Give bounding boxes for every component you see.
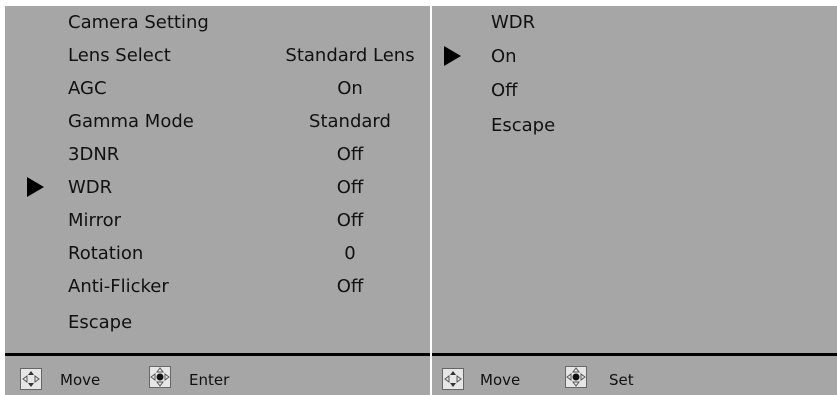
escape-item[interactable]: Escape	[491, 109, 555, 142]
footer-move-label: Move	[480, 371, 521, 389]
menu-item-label: Lens Select	[68, 45, 171, 66]
menu-item-label: Anti-Flicker	[68, 276, 169, 297]
menu-item-anti-flicker[interactable]: Anti-Flicker Off	[5, 270, 430, 303]
menu-item-value: Off	[336, 177, 364, 198]
menu-item-label: Gamma Mode	[68, 111, 194, 132]
menu-item-gamma-mode[interactable]: Gamma Mode Standard	[5, 105, 430, 138]
submenu-title: WDR	[491, 12, 536, 33]
menu-item-label: WDR	[68, 177, 113, 198]
footer-set-label: Set	[609, 371, 634, 389]
footer-enter-label: Enter	[189, 371, 230, 389]
menu-item-label: Rotation	[68, 243, 144, 264]
selection-pointer-icon	[444, 46, 461, 66]
menu-item-label: AGC	[68, 78, 107, 99]
menu-title: Camera Setting	[68, 12, 209, 33]
menu-item-label: 3DNR	[68, 144, 120, 165]
menu-item-3dnr[interactable]: 3DNR Off	[5, 138, 430, 171]
camera-setting-menu: Camera Setting Lens Select Standard Lens…	[5, 6, 430, 395]
menu-item-agc[interactable]: AGC On	[5, 72, 430, 105]
menu-item-value: Off	[336, 276, 364, 297]
dpad-move-icon	[442, 368, 464, 390]
selection-pointer-icon	[27, 177, 44, 197]
menu-item-value: Off	[336, 144, 364, 165]
menu-item-value: Standard Lens	[285, 45, 415, 66]
footer-move-label: Move	[60, 371, 101, 389]
footer-hints: Move Set	[432, 356, 837, 395]
escape-item[interactable]: Escape	[68, 306, 132, 339]
menu-item-value: 0	[344, 243, 356, 264]
menu-item-value: On	[337, 78, 363, 99]
option-label: On	[491, 46, 517, 67]
menu-item-mirror[interactable]: Mirror Off	[5, 204, 430, 237]
dpad-center-icon	[149, 366, 171, 388]
menu-item-lens-select[interactable]: Lens Select Standard Lens	[5, 39, 430, 72]
menu-item-value: Standard	[309, 111, 391, 132]
menu-item-rotation[interactable]: Rotation 0	[5, 237, 430, 270]
option-on[interactable]: On	[432, 40, 837, 73]
menu-item-wdr[interactable]: WDR Off	[5, 171, 430, 204]
option-label: Off	[491, 80, 518, 101]
dpad-move-icon	[20, 368, 42, 390]
footer-hints: Move Enter	[5, 356, 430, 395]
dpad-center-icon	[565, 366, 587, 388]
wdr-submenu: WDR On Off Escape Move Set	[432, 6, 837, 395]
menu-item-label: Mirror	[68, 210, 122, 231]
option-off[interactable]: Off	[432, 74, 837, 107]
menu-item-value: Off	[336, 210, 364, 231]
